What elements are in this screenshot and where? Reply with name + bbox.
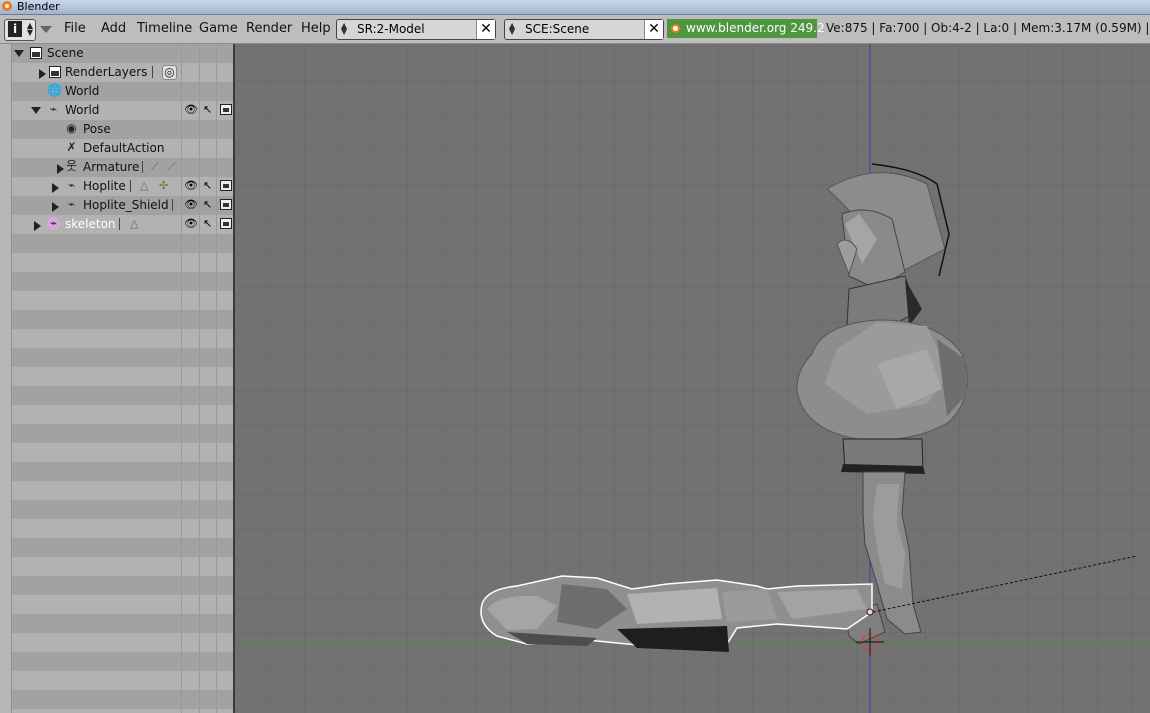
scene-stats: Ve:875 | Fa:700 | Ob:4-2 | La:0 | Mem:3.… <box>826 21 1150 35</box>
cursor-icon[interactable]: ↖ <box>203 179 213 192</box>
bone-icon: ⟋ <box>168 160 176 173</box>
row-label[interactable]: Armature <box>83 160 139 174</box>
scene-selector[interactable]: ▲ ▼ SCE:Scene ✕ <box>504 19 664 40</box>
outliner-row-hoplite[interactable]: ⌁ Hoplite △ ✣ 👁 ↖ <box>12 177 232 196</box>
render-icon[interactable] <box>220 104 232 115</box>
pose-icon: ◉ <box>66 121 77 135</box>
separator <box>152 66 153 78</box>
expand-arrow-icon[interactable] <box>39 69 46 79</box>
bone-icon: ⟋ <box>151 160 159 173</box>
row-label[interactable]: RenderLayers <box>65 65 147 79</box>
blender-logo-icon <box>2 1 12 11</box>
row-label[interactable]: World <box>65 84 99 98</box>
mesh-object-icon: ⌁ <box>67 197 76 211</box>
panel-border <box>233 44 235 713</box>
separator <box>172 199 173 211</box>
outliner-panel[interactable]: Scene RenderLayers ◎ 🌐 World ⌁ World 👁 ↖… <box>0 44 235 713</box>
row-label[interactable]: Hoplite <box>83 179 126 193</box>
info-editor-icon: i <box>8 21 22 37</box>
eye-icon[interactable]: 👁 <box>184 103 198 116</box>
row-label[interactable]: World <box>65 103 99 117</box>
info-header: i ▲ ▼ File Add Timeline Game Render Help … <box>0 15 1150 44</box>
outliner-row-armature[interactable]: 웃 Armature ⟋ ⟋ <box>12 158 232 177</box>
menu-timeline[interactable]: Timeline <box>137 21 192 36</box>
screen-selector[interactable]: ▲ ▼ SR:2-Model ✕ <box>336 19 496 40</box>
expand-arrow-icon[interactable] <box>34 221 41 231</box>
collapse-arrow-icon[interactable] <box>31 107 41 114</box>
updown-icon: ▲ ▼ <box>341 21 348 36</box>
window-titlebar: Blender <box>0 0 1150 15</box>
action-icon: ✗ <box>66 140 77 154</box>
delete-scene-button[interactable]: ✕ <box>644 20 663 39</box>
3d-viewport[interactable] <box>237 44 1150 713</box>
outliner-row-world-object[interactable]: ⌁ World 👁 ↖ <box>12 101 232 120</box>
render-icon[interactable] <box>220 199 232 210</box>
cursor-icon[interactable]: ↖ <box>203 217 213 230</box>
outliner-row-action[interactable]: ✗ DefaultAction <box>12 139 232 158</box>
menu-game[interactable]: Game <box>199 21 238 36</box>
expand-arrow-icon[interactable] <box>52 183 59 193</box>
mesh-icon: △ <box>140 179 149 192</box>
separator <box>130 180 131 192</box>
collapse-menu-icon[interactable] <box>40 26 52 33</box>
armature-object-icon: ⌁ <box>47 217 60 230</box>
row-label[interactable]: Pose <box>83 122 111 136</box>
version-link[interactable]: www.blender.org 249.2 <box>667 19 825 38</box>
scene-name[interactable]: SCE:Scene <box>525 22 589 36</box>
render-icon[interactable] <box>220 180 232 191</box>
cursor-icon[interactable]: ↖ <box>203 103 213 116</box>
armature-icon: 웃 <box>65 159 78 173</box>
expand-arrow-icon[interactable] <box>52 202 59 212</box>
updown-icon: ▲ ▼ <box>26 21 33 37</box>
render-icon[interactable] <box>220 218 232 229</box>
blender-logo-icon <box>671 24 680 33</box>
row-label[interactable]: skeleton <box>65 217 116 231</box>
world-icon: 🌐 <box>47 83 62 97</box>
screen-name[interactable]: SR:2-Model <box>357 22 425 36</box>
updown-icon: ▲ ▼ <box>509 21 516 36</box>
object-origin[interactable] <box>866 608 874 616</box>
separator <box>142 161 143 173</box>
eye-icon[interactable]: 👁 <box>184 179 198 192</box>
editor-type-selector[interactable]: i ▲ ▼ <box>4 19 36 41</box>
eye-icon[interactable]: 👁 <box>184 217 198 230</box>
menu-render[interactable]: Render <box>246 21 292 36</box>
window-title: Blender <box>17 0 60 13</box>
mesh-object-icon: ⌁ <box>67 178 76 192</box>
menu-file[interactable]: File <box>64 21 86 36</box>
outliner-row-hoplite-shield[interactable]: ⌁ Hoplite_Shield 👁 ↖ <box>12 196 232 215</box>
row-label[interactable]: Scene <box>47 46 84 60</box>
mesh-icon: △ <box>130 217 139 230</box>
outliner-row-skeleton[interactable]: ⌁ skeleton △ 👁 ↖ <box>12 215 232 234</box>
row-label[interactable]: DefaultAction <box>83 141 164 155</box>
collapse-arrow-icon[interactable] <box>14 50 24 57</box>
outliner-row-renderlayers[interactable]: RenderLayers ◎ <box>12 63 232 82</box>
outliner-row-world-data[interactable]: 🌐 World <box>12 82 232 101</box>
image-icon <box>49 66 61 78</box>
eye-icon[interactable]: 👁 <box>184 198 198 211</box>
render-layer-icon: ◎ <box>162 65 177 80</box>
viewport-canvas[interactable] <box>237 44 1150 713</box>
menu-add[interactable]: Add <box>101 21 126 36</box>
separator <box>119 218 120 230</box>
cursor-icon[interactable]: ↖ <box>203 198 213 211</box>
scene-icon <box>30 47 42 59</box>
modifier-icon: ✣ <box>159 179 169 192</box>
armature-object-icon: ⌁ <box>49 102 58 116</box>
menu-help[interactable]: Help <box>301 21 331 36</box>
expand-arrow-icon[interactable] <box>57 164 64 174</box>
delete-screen-button[interactable]: ✕ <box>476 20 495 39</box>
outliner-margin <box>0 44 12 713</box>
outliner-row-scene[interactable]: Scene <box>12 44 232 63</box>
outliner-row-pose[interactable]: ◉ Pose <box>12 120 232 139</box>
row-label[interactable]: Hoplite_Shield <box>83 198 169 212</box>
version-text: www.blender.org 249.2 <box>686 21 825 35</box>
